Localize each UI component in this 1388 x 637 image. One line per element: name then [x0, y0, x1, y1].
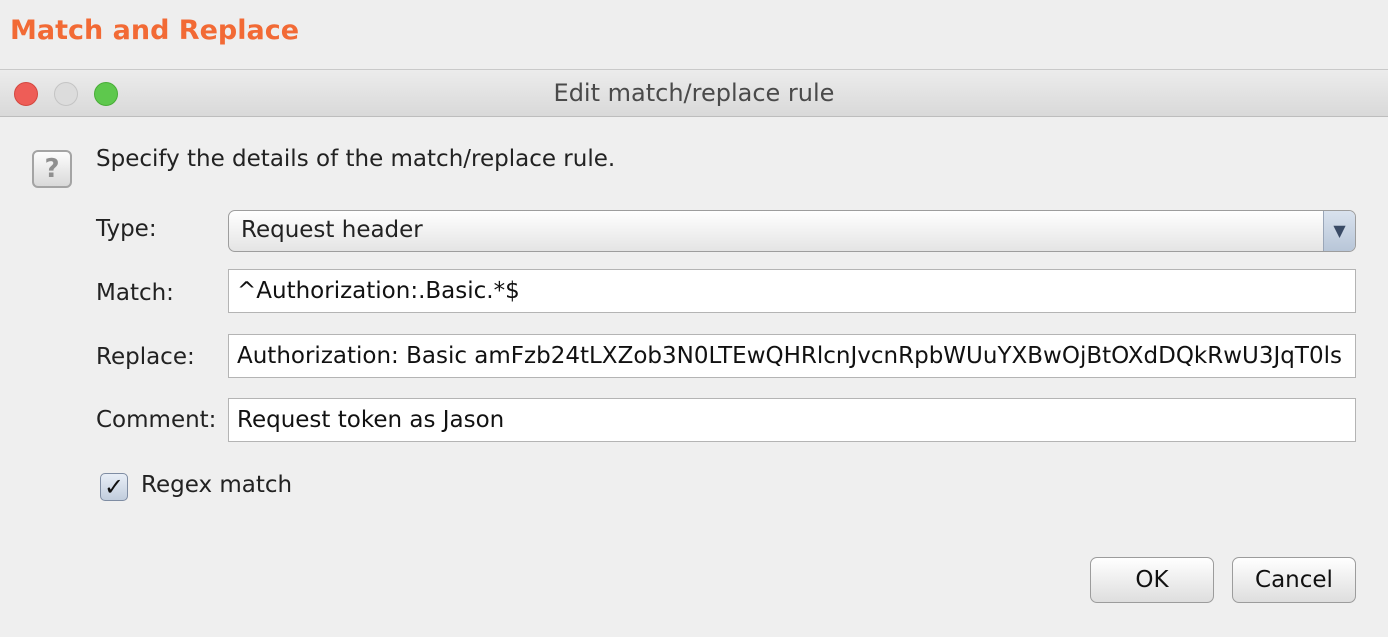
type-select-value: Request header: [241, 217, 423, 243]
match-label: Match:: [96, 280, 174, 306]
comment-label: Comment:: [96, 407, 217, 433]
instructions-text: Specify the details of the match/replace…: [96, 146, 616, 172]
type-select[interactable]: Request header ▼: [228, 210, 1356, 252]
regex-match-checkbox[interactable]: ✓: [100, 473, 128, 501]
regex-match-label[interactable]: Regex match: [141, 472, 292, 498]
chevron-down-icon[interactable]: ▼: [1323, 211, 1355, 251]
cancel-button[interactable]: Cancel: [1232, 557, 1356, 603]
edit-rule-dialog: Edit match/replace rule ? Specify the de…: [0, 69, 1388, 637]
replace-label: Replace:: [96, 344, 195, 370]
app-heading: Match and Replace: [10, 15, 300, 46]
dialog-titlebar[interactable]: Edit match/replace rule: [0, 70, 1388, 117]
dialog-title: Edit match/replace rule: [553, 79, 835, 107]
comment-input[interactable]: Request token as Jason: [228, 398, 1356, 442]
ok-button[interactable]: OK: [1090, 557, 1214, 603]
question-mark-icon: ?: [32, 150, 72, 188]
replace-input[interactable]: Authorization: Basic amFzb24tLXZob3N0LTE…: [228, 334, 1356, 378]
match-input[interactable]: ^Authorization:.Basic.*$: [228, 269, 1356, 313]
type-label: Type:: [96, 216, 157, 242]
